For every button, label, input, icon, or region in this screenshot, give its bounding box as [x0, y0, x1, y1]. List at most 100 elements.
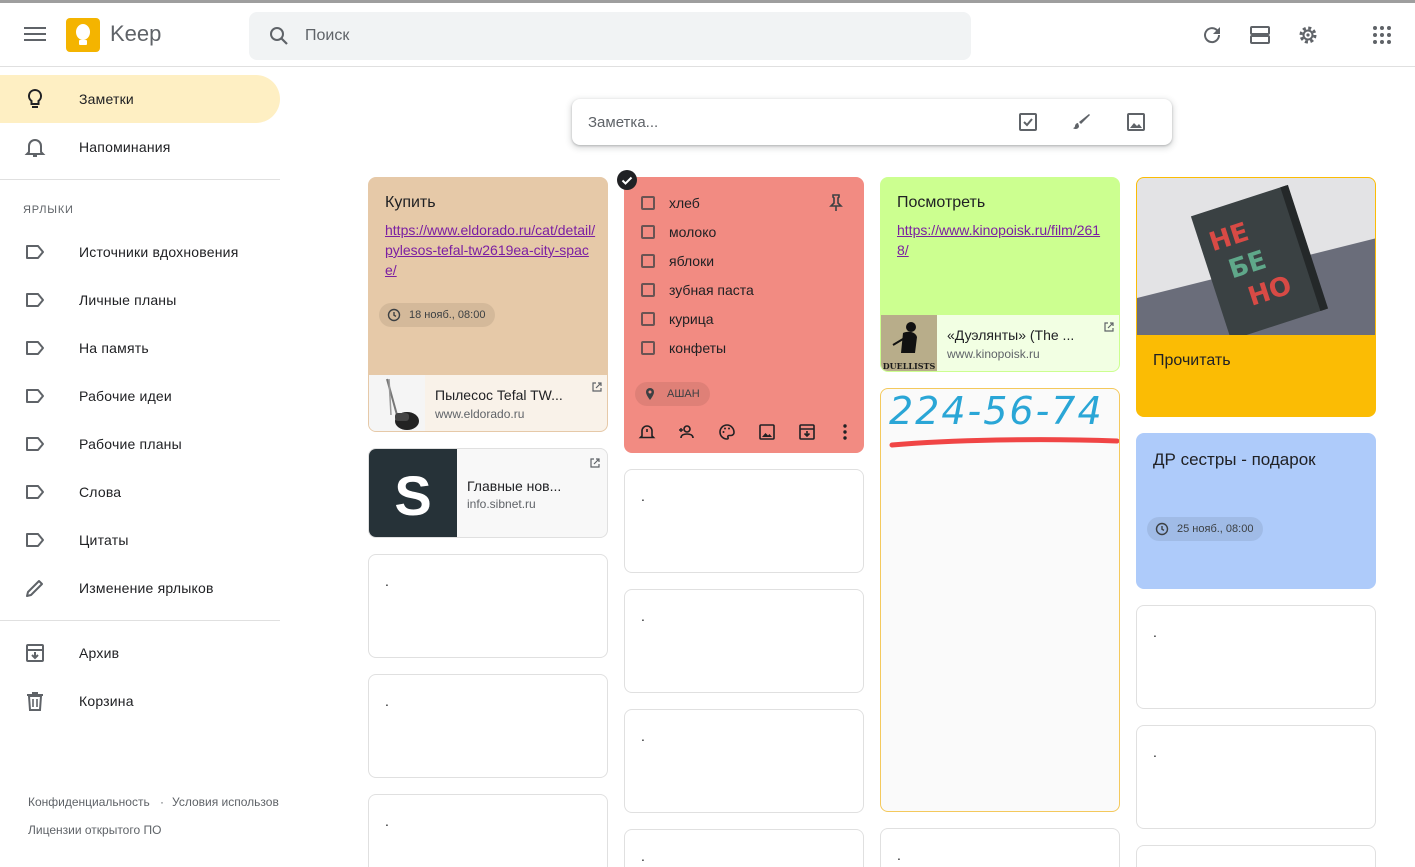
search-input[interactable]	[305, 12, 945, 60]
checkbox[interactable]	[641, 196, 655, 210]
lightbulb-icon	[27, 88, 43, 108]
app-title[interactable]: Keep	[110, 21, 161, 47]
checkbox[interactable]	[641, 341, 655, 355]
more-options-icon[interactable]	[835, 422, 855, 442]
note-text: .	[897, 847, 901, 863]
checklist-item-text: курица	[669, 311, 714, 327]
preview-title: Главные нов...	[467, 478, 562, 494]
label-icon	[26, 341, 44, 355]
sidebar-item-label-work-plans[interactable]: Рабочие планы	[0, 420, 280, 468]
checklist-item[interactable]: зубная паста	[641, 281, 841, 301]
sidebar-item-label-memory[interactable]: На память	[0, 324, 280, 372]
checkbox[interactable]	[641, 254, 655, 268]
preview-title: Пылесос Tefal TW...	[435, 387, 563, 403]
checklist-item[interactable]: молоко	[641, 223, 841, 243]
note-empty[interactable]: .	[368, 554, 608, 658]
sidebar-item-trash[interactable]: Корзина	[0, 677, 280, 725]
sidebar: Заметки Напоминания ЯРЛЫКИ Источники вдо…	[0, 67, 280, 867]
vacuum-thumbnail-icon	[369, 375, 425, 431]
open-external-icon[interactable]	[589, 457, 601, 469]
footer-separator: ·	[160, 795, 164, 809]
sidebar-item-label-inspiration[interactable]: Источники вдохновения	[0, 228, 280, 276]
note-sibnet[interactable]: S Главные нов... info.sibnet.ru	[368, 448, 608, 538]
reminder-text: 25 нояб., 08:00	[1177, 523, 1254, 535]
search-icon[interactable]	[267, 24, 291, 48]
note-text: .	[641, 728, 645, 744]
new-drawing-brush-icon[interactable]	[1070, 110, 1094, 134]
archive-icon[interactable]	[797, 422, 817, 442]
note-empty[interactable]: .	[880, 828, 1120, 867]
checkbox[interactable]	[641, 312, 655, 326]
note-empty[interactable]: .	[624, 709, 864, 813]
refresh-icon[interactable]	[1200, 23, 1224, 47]
sidebar-item-label-personal-plans[interactable]: Личные планы	[0, 276, 280, 324]
checklist-item[interactable]: конфеты	[641, 339, 841, 359]
keep-logo-icon	[66, 18, 100, 52]
note-empty[interactable]	[1136, 845, 1376, 867]
label-icon	[26, 389, 44, 403]
note-text: .	[641, 608, 645, 624]
sidebar-item-edit-labels[interactable]: Изменение ярлыков	[0, 564, 280, 612]
note-read[interactable]: HE БЕ НО Прочитать	[1136, 177, 1376, 417]
terms-link[interactable]: Условия использов	[172, 795, 280, 809]
apps-icon[interactable]	[1370, 23, 1394, 47]
checklist-item[interactable]: курица	[641, 310, 841, 330]
take-note-placeholder[interactable]: Заметка...	[588, 114, 658, 131]
remind-me-icon[interactable]	[637, 422, 657, 442]
add-image-icon[interactable]	[757, 422, 777, 442]
sidebar-item-label: Напоминания	[79, 139, 171, 155]
note-empty[interactable]: .	[368, 794, 608, 867]
link-preview[interactable]: DUELLISTS «Дуэлянты» (The ... www.kinopo…	[881, 315, 1119, 371]
sidebar-item-label-work-ideas[interactable]: Рабочие идеи	[0, 372, 280, 420]
note-birthday[interactable]: ДР сестры - подарок 25 нояб., 08:00	[1136, 433, 1376, 589]
note-empty[interactable]: .	[624, 469, 864, 573]
sidebar-item-archive[interactable]: Архив	[0, 629, 280, 677]
note-empty[interactable]: .	[1136, 725, 1376, 829]
note-checklist[interactable]: хлеб молоко яблоки зубная паста курица к…	[624, 177, 864, 453]
location-chip[interactable]: АШАН	[635, 382, 710, 406]
checklist-item-text: яблоки	[669, 253, 715, 269]
note-empty[interactable]: .	[368, 674, 608, 778]
note-drawing-phone[interactable]: 224-56-74	[880, 388, 1120, 812]
sidebar-item-label: На память	[79, 340, 149, 356]
privacy-link[interactable]: Конфиденциальность	[28, 795, 150, 809]
take-note-composer[interactable]: Заметка...	[572, 99, 1172, 145]
checkbox[interactable]	[641, 283, 655, 297]
sibnet-thumbnail: S	[369, 449, 457, 537]
new-image-icon[interactable]	[1124, 110, 1148, 134]
note-empty[interactable]: .	[624, 829, 864, 867]
note-watch[interactable]: Посмотреть https://www.kinopoisk.ru/film…	[880, 177, 1120, 372]
reminder-text: 18 нояб., 08:00	[409, 309, 486, 321]
select-note-check-icon[interactable]	[616, 169, 638, 191]
note-empty[interactable]: .	[1136, 605, 1376, 709]
note-buy[interactable]: Купить https://www.eldorado.ru/cat/detai…	[368, 177, 608, 432]
note-text: .	[641, 848, 645, 864]
note-link[interactable]: https://www.kinopoisk.ru/film/2618/	[897, 220, 1109, 260]
palette-icon[interactable]	[717, 422, 737, 442]
note-empty[interactable]: .	[624, 589, 864, 693]
note-text: .	[1153, 744, 1157, 760]
checkbox[interactable]	[641, 225, 655, 239]
reminder-chip[interactable]: 18 нояб., 08:00	[379, 303, 496, 327]
link-preview[interactable]: Пылесос Tefal TW... www.eldorado.ru	[369, 375, 607, 431]
trash-icon	[27, 692, 43, 711]
sidebar-divider	[0, 179, 280, 180]
sidebar-item-notes[interactable]: Заметки	[0, 75, 280, 123]
checklist-item[interactable]: яблоки	[641, 252, 841, 272]
sidebar-item-label-words[interactable]: Слова	[0, 468, 280, 516]
open-external-icon[interactable]	[591, 381, 603, 393]
reminder-chip[interactable]: 25 нояб., 08:00	[1147, 517, 1264, 541]
note-link[interactable]: https://www.eldorado.ru/cat/detail/pyles…	[385, 220, 597, 280]
search-bar[interactable]	[249, 12, 971, 60]
open-external-icon[interactable]	[1103, 321, 1115, 333]
list-view-icon[interactable]	[1248, 23, 1272, 47]
collaborator-icon[interactable]	[677, 422, 697, 442]
sidebar-item-label-quotes[interactable]: Цитаты	[0, 516, 280, 564]
new-list-checkbox-icon[interactable]	[1016, 110, 1040, 134]
sidebar-item-reminders[interactable]: Напоминания	[0, 123, 280, 171]
label-icon	[26, 533, 44, 547]
main-menu-button[interactable]	[22, 23, 48, 47]
checklist-item[interactable]: хлеб	[641, 194, 841, 214]
settings-icon[interactable]	[1296, 23, 1320, 47]
licenses-link[interactable]: Лицензии открытого ПО	[28, 823, 161, 837]
